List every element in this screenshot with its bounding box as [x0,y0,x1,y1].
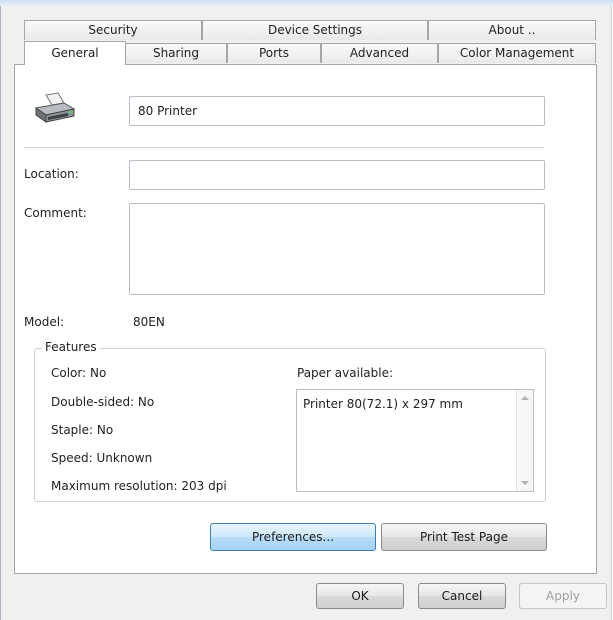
tab-about[interactable]: About .. [428,20,596,40]
separator [24,147,544,148]
feature-staple: Staple: No [51,423,114,437]
location-label: Location: [24,167,79,181]
tab-general[interactable]: General [24,41,126,65]
tab-device-settings[interactable]: Device Settings [202,20,428,40]
tab-advanced[interactable]: Advanced [321,43,438,63]
printer-icon [34,92,76,126]
model-label: Model: [24,315,65,329]
comment-textarea[interactable] [129,203,545,295]
tab-color-management[interactable]: Color Management [438,43,596,63]
comment-label: Comment: [24,206,87,220]
tab-security[interactable]: Security [24,20,202,40]
feature-speed: Speed: Unknown [51,451,153,465]
preferences-button[interactable]: Preferences... [210,523,376,551]
ok-button[interactable]: OK [316,583,404,609]
feature-color: Color: No [51,366,107,380]
paper-available-label: Paper available: [297,366,394,380]
paper-item[interactable]: Printer 80(72.1) x 297 mm [303,397,463,411]
feature-double-sided: Double-sided: No [51,395,155,409]
features-legend: Features [42,340,100,354]
model-value: 80EN [133,315,165,329]
printer-name-text: 80 Printer [138,104,198,118]
location-input[interactable] [129,160,545,190]
paper-scrollbar[interactable] [516,390,533,491]
print-test-page-button[interactable]: Print Test Page [381,523,547,551]
feature-max-resolution: Maximum resolution: 203 dpi [51,479,227,493]
scroll-down-icon[interactable] [521,481,529,485]
cancel-button[interactable]: Cancel [418,583,506,609]
apply-button[interactable]: Apply [519,583,607,609]
scroll-up-icon[interactable] [521,396,529,400]
tab-sharing[interactable]: Sharing [125,43,227,63]
tab-ports[interactable]: Ports [227,43,321,63]
printer-name-field[interactable]: 80 Printer [129,96,545,126]
paper-listbox[interactable]: Printer 80(72.1) x 297 mm [296,389,534,492]
